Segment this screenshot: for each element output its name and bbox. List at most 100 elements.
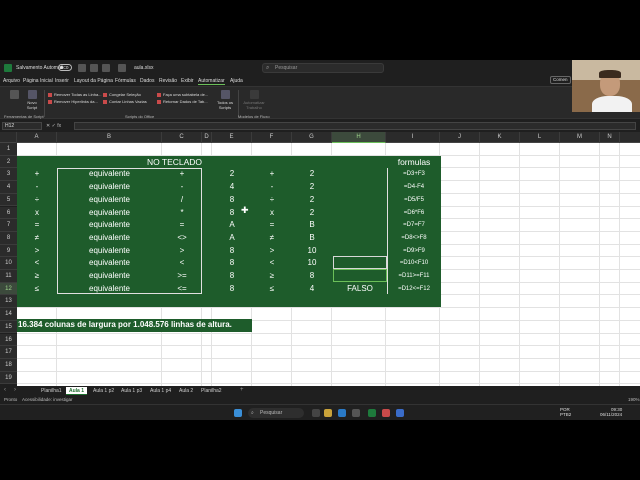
cell-e7[interactable]: A xyxy=(212,219,252,232)
redo-icon[interactable] xyxy=(102,64,110,72)
cell-h12[interactable]: FALSO xyxy=(333,283,387,296)
undo-icon[interactable] xyxy=(90,64,98,72)
column-header-f[interactable]: F xyxy=(252,132,292,143)
menu-item-inserir[interactable]: Inserir xyxy=(55,78,69,84)
cell-e4[interactable]: 4 xyxy=(212,181,252,194)
fx-icon[interactable]: fx xyxy=(57,123,61,129)
cell-g11[interactable]: 8 xyxy=(292,270,332,283)
tab-aula-2[interactable]: Aula 2 xyxy=(176,387,196,395)
tab-aula-1-p4[interactable]: Aula 1 p4 xyxy=(147,387,174,395)
column-header-n[interactable]: N xyxy=(600,132,620,143)
cell-c9[interactable]: > xyxy=(162,245,202,258)
cells-area[interactable]: NO TECLADO formulas + equivalente +2 +2 =D3+… xyxy=(17,143,640,394)
cell-f5[interactable]: ÷ xyxy=(252,194,292,207)
cell-f7[interactable]: = xyxy=(252,219,292,232)
cell-b12[interactable]: equivalente xyxy=(57,283,162,296)
cell-a6[interactable]: x xyxy=(17,207,57,220)
row-header-8[interactable]: 8 xyxy=(0,231,17,245)
row-header-1[interactable]: 1 xyxy=(0,143,17,156)
excel-taskbar-icon[interactable] xyxy=(368,409,376,417)
autosave-toggle[interactable] xyxy=(58,64,72,71)
column-header-g[interactable]: G xyxy=(292,132,332,143)
row-header-14[interactable]: 14 xyxy=(0,308,17,321)
column-header-l[interactable]: L xyxy=(520,132,560,143)
cell-h5[interactable] xyxy=(333,194,387,207)
tab-aula-1-p2[interactable]: Aula 1 p2 xyxy=(90,387,117,395)
column-header-d[interactable]: D xyxy=(202,132,212,143)
add-sheet-icon[interactable]: + xyxy=(240,387,244,393)
column-header-c[interactable]: C xyxy=(162,132,202,143)
cell-c5[interactable]: / xyxy=(162,194,202,207)
cell-g5[interactable]: 2 xyxy=(292,194,332,207)
automate-flow-button[interactable]: Automatizar Trabalho xyxy=(240,90,268,110)
cell-f8[interactable]: ≠ xyxy=(252,232,292,245)
all-scripts-button[interactable]: Todos os Scripts xyxy=(214,90,236,110)
cell-h9[interactable] xyxy=(333,245,387,258)
edge-icon[interactable] xyxy=(338,409,346,417)
row-header-3[interactable]: 3 xyxy=(0,168,17,182)
cell-i10[interactable]: =D10<F10 xyxy=(387,257,441,270)
language-indicator[interactable]: POR PTB2 xyxy=(560,407,571,417)
column-header-a[interactable]: A xyxy=(17,132,57,143)
cell-h7[interactable] xyxy=(333,219,387,232)
cell-h4[interactable] xyxy=(333,181,387,194)
accessibility-status[interactable]: Acessibilidade: investigar xyxy=(22,397,73,402)
script-item-return-table-data[interactable]: Retornar Dados de Tab... xyxy=(157,99,208,104)
cell-a10[interactable]: < xyxy=(17,257,57,270)
column-header-h[interactable]: H xyxy=(332,132,386,143)
row-header-9[interactable]: 9 xyxy=(0,244,17,258)
script-item-remove-hyperlinks[interactable]: Remover Hiperlinks da... xyxy=(48,99,98,104)
confirm-icon[interactable]: ✓ xyxy=(52,123,56,129)
row-header-19[interactable]: 19 xyxy=(0,371,17,385)
cell-h6[interactable] xyxy=(333,207,387,220)
cell-i8[interactable]: =D8<>F8 xyxy=(387,232,441,245)
script-item-freeze-selection[interactable]: Congelar Seleção xyxy=(103,92,141,97)
menu-item-layout[interactable]: Layout da Página xyxy=(74,78,113,84)
cell-b10[interactable]: equivalente xyxy=(57,257,162,270)
cell-g3[interactable]: 2 xyxy=(292,168,332,181)
row-header-10[interactable]: 10 xyxy=(0,257,17,270)
cell-f11[interactable]: ≥ xyxy=(252,270,292,283)
script-item-subtable[interactable]: Faça uma subtabela de... xyxy=(157,92,208,97)
cell-i5[interactable]: =D5/F5 xyxy=(387,194,441,207)
row-header-17[interactable]: 17 xyxy=(0,346,17,359)
cell-h11[interactable] xyxy=(333,270,387,283)
cell-g8[interactable]: B xyxy=(292,232,332,245)
menu-item-arquivo[interactable]: Arquivo xyxy=(3,78,20,84)
cell-f3[interactable]: + xyxy=(252,168,292,181)
cell-a8[interactable]: ≠ xyxy=(17,232,57,245)
taskbar-search[interactable]: ⌕ Pesquisar xyxy=(248,408,304,418)
cell-c8[interactable]: <> xyxy=(162,232,202,245)
column-header-i[interactable]: I xyxy=(386,132,440,143)
file-explorer-icon[interactable] xyxy=(324,409,332,417)
column-header-e[interactable]: E xyxy=(212,132,252,143)
cell-h8[interactable] xyxy=(333,232,387,245)
cell-f12[interactable]: ≤ xyxy=(252,283,292,296)
cell-i9[interactable]: =D9>F9 xyxy=(387,245,441,258)
save-icon[interactable] xyxy=(78,64,86,72)
cell-c4[interactable]: - xyxy=(162,181,202,194)
cell-a12[interactable]: ≤ xyxy=(17,283,57,296)
cell-c7[interactable]: = xyxy=(162,219,202,232)
column-header-m[interactable]: M xyxy=(560,132,600,143)
row-header-13[interactable]: 13 xyxy=(0,295,17,309)
cell-a5[interactable]: ÷ xyxy=(17,194,57,207)
cell-i12[interactable]: =D12<=F12 xyxy=(387,283,441,296)
cell-b3[interactable]: equivalente xyxy=(57,168,162,181)
tab-planilha2[interactable]: Planilha2 xyxy=(198,387,225,395)
menu-item-revisao[interactable]: Revisão xyxy=(159,78,177,84)
cell-a11[interactable]: ≥ xyxy=(17,270,57,283)
cell-i3[interactable]: =D3+F3 xyxy=(387,168,441,181)
store-icon[interactable] xyxy=(352,409,360,417)
cell-b9[interactable]: equivalente xyxy=(57,245,162,258)
cell-i6[interactable]: =D6*F6 xyxy=(387,207,441,220)
menu-item-ajuda[interactable]: Ajuda xyxy=(230,78,243,84)
clock[interactable]: 09:30 06/11/2024 xyxy=(600,407,622,417)
cell-i11[interactable]: =D11>=F11 xyxy=(387,270,441,283)
record-actions-button[interactable] xyxy=(6,90,22,100)
cell-f10[interactable]: < xyxy=(252,257,292,270)
row-header-6[interactable]: 6 xyxy=(0,206,17,220)
row-header-11[interactable]: 11 xyxy=(0,270,17,283)
next-sheet-icon[interactable]: › xyxy=(14,387,16,393)
cell-e12[interactable]: 8 xyxy=(212,283,252,296)
